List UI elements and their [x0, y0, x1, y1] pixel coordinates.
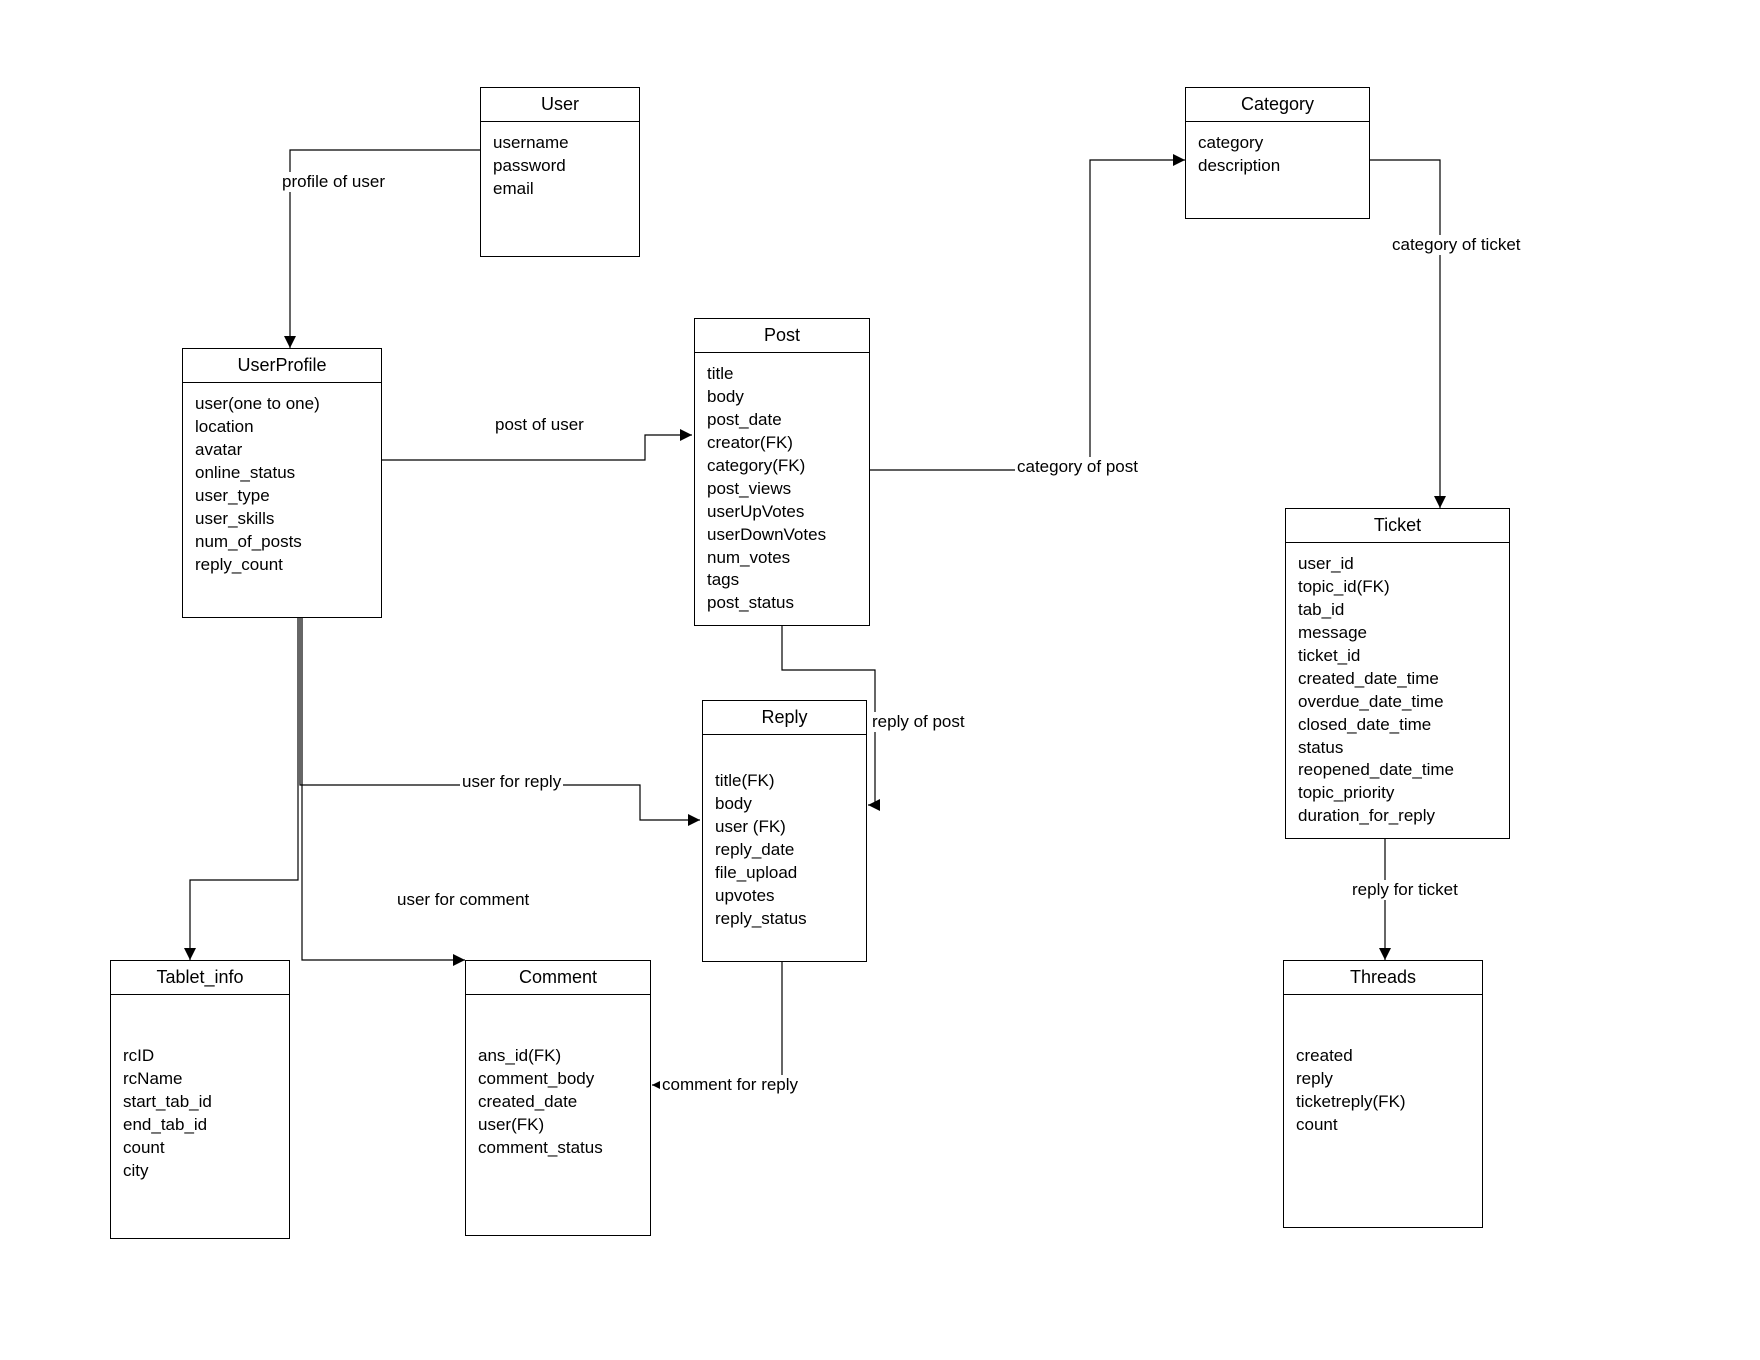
entity-comment-title: Comment [466, 961, 650, 995]
entity-attr: user_id [1298, 553, 1497, 576]
entity-attr: num_of_posts [195, 531, 369, 554]
entity-attr: category [1198, 132, 1357, 155]
rel-reply-for-ticket: reply for ticket [1350, 880, 1460, 900]
entity-attr: category(FK) [707, 455, 857, 478]
entity-attr: body [715, 793, 854, 816]
rel-comment-for-reply: comment for reply [660, 1075, 800, 1095]
entity-attr: file_upload [715, 862, 854, 885]
entity-attr: body [707, 386, 857, 409]
entity-reply-title: Reply [703, 701, 866, 735]
entity-attr: comment_body [478, 1068, 638, 1091]
entity-attr: user_skills [195, 508, 369, 531]
entity-attr: num_votes [707, 547, 857, 570]
entity-attr: topic_id(FK) [1298, 576, 1497, 599]
entity-post: Post title body post_date creator(FK) ca… [694, 318, 870, 626]
entity-attr: rcName [123, 1068, 277, 1091]
entity-threads: Threads created reply ticketreply(FK) co… [1283, 960, 1483, 1228]
entity-attr: reply_count [195, 554, 369, 577]
entity-attr: title(FK) [715, 770, 854, 793]
entity-attr: duration_for_reply [1298, 805, 1497, 828]
entity-attr: user(FK) [478, 1114, 638, 1137]
entity-attr: creator(FK) [707, 432, 857, 455]
entity-attr: tab_id [1298, 599, 1497, 622]
rel-profile-of-user: profile of user [280, 172, 387, 192]
entity-attr: avatar [195, 439, 369, 462]
entity-user-body: username password email [481, 122, 639, 256]
entity-user-title: User [481, 88, 639, 122]
entity-user: User username password email [480, 87, 640, 257]
entity-category-body: category description [1186, 122, 1369, 218]
entity-category: Category category description [1185, 87, 1370, 219]
entity-post-body: title body post_date creator(FK) categor… [695, 353, 869, 625]
entity-userprofile: UserProfile user(one to one) location av… [182, 348, 382, 618]
rel-user-for-reply: user for reply [460, 772, 563, 792]
entity-attr: comment_status [478, 1137, 638, 1160]
entity-comment-body: ans_id(FK) comment_body created_date use… [466, 995, 650, 1235]
rel-user-for-comment: user for comment [395, 890, 531, 910]
entity-tablet-title: Tablet_info [111, 961, 289, 995]
entity-attr: start_tab_id [123, 1091, 277, 1114]
entity-attr: overdue_date_time [1298, 691, 1497, 714]
entity-comment: Comment ans_id(FK) comment_body created_… [465, 960, 651, 1236]
entity-attr: user(one to one) [195, 393, 369, 416]
entity-attr: userUpVotes [707, 501, 857, 524]
entity-attr: end_tab_id [123, 1114, 277, 1137]
entity-reply-body: title(FK) body user (FK) reply_date file… [703, 735, 866, 961]
rel-reply-of-post: reply of post [870, 712, 967, 732]
entity-ticket-body: user_id topic_id(FK) tab_id message tick… [1286, 543, 1509, 838]
entity-attr: closed_date_time [1298, 714, 1497, 737]
rel-category-of-post: category of post [1015, 457, 1140, 477]
entity-attr: status [1298, 737, 1497, 760]
entity-attr: rcID [123, 1045, 277, 1068]
rel-post-of-user: post of user [493, 415, 586, 435]
entity-attr: location [195, 416, 369, 439]
entity-attr: upvotes [715, 885, 854, 908]
entity-attr: ans_id(FK) [478, 1045, 638, 1068]
entity-attr: city [123, 1160, 277, 1183]
entity-attr: post_views [707, 478, 857, 501]
entity-category-title: Category [1186, 88, 1369, 122]
entity-ticket: Ticket user_id topic_id(FK) tab_id messa… [1285, 508, 1510, 839]
entity-attr: count [1296, 1114, 1470, 1137]
entity-tablet-body: rcID rcName start_tab_id end_tab_id coun… [111, 995, 289, 1238]
entity-attr: tags [707, 569, 857, 592]
entity-attr: reply_date [715, 839, 854, 862]
entity-attr: username [493, 132, 627, 155]
entity-attr: email [493, 178, 627, 201]
rel-category-of-ticket: category of ticket [1390, 235, 1523, 255]
entity-ticket-title: Ticket [1286, 509, 1509, 543]
entity-attr: ticket_id [1298, 645, 1497, 668]
entity-userprofile-body: user(one to one) location avatar online_… [183, 383, 381, 617]
entity-attr: post_status [707, 592, 857, 615]
entity-attr: reply [1296, 1068, 1470, 1091]
entity-attr: topic_priority [1298, 782, 1497, 805]
entity-threads-body: created reply ticketreply(FK) count [1284, 995, 1482, 1227]
entity-attr: userDownVotes [707, 524, 857, 547]
entity-userprofile-title: UserProfile [183, 349, 381, 383]
entity-attr: description [1198, 155, 1357, 178]
entity-attr: user (FK) [715, 816, 854, 839]
entity-attr: message [1298, 622, 1497, 645]
entity-attr: user_type [195, 485, 369, 508]
entity-reply: Reply title(FK) body user (FK) reply_dat… [702, 700, 867, 962]
entity-attr: password [493, 155, 627, 178]
entity-threads-title: Threads [1284, 961, 1482, 995]
entity-attr: ticketreply(FK) [1296, 1091, 1470, 1114]
entity-attr: online_status [195, 462, 369, 485]
entity-attr: post_date [707, 409, 857, 432]
entity-post-title: Post [695, 319, 869, 353]
entity-attr: created_date_time [1298, 668, 1497, 691]
entity-attr: title [707, 363, 857, 386]
entity-attr: created_date [478, 1091, 638, 1114]
entity-tablet: Tablet_info rcID rcName start_tab_id end… [110, 960, 290, 1239]
entity-attr: reopened_date_time [1298, 759, 1497, 782]
entity-attr: count [123, 1137, 277, 1160]
entity-attr: reply_status [715, 908, 854, 931]
entity-attr: created [1296, 1045, 1470, 1068]
